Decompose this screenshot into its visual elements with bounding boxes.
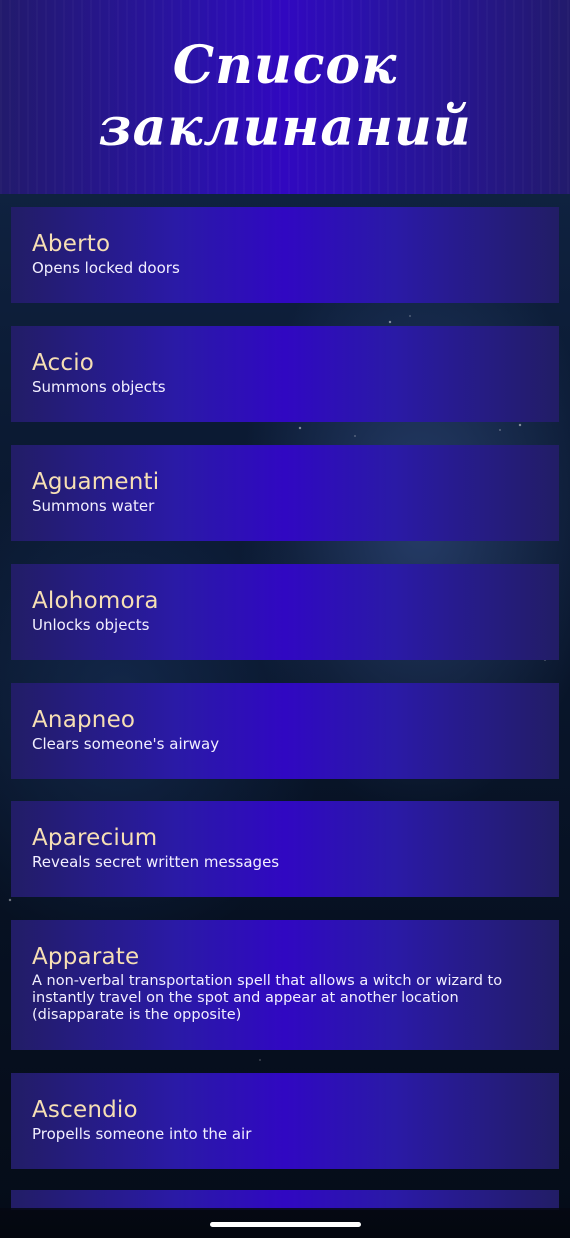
home-indicator[interactable] bbox=[210, 1222, 361, 1227]
spell-card-accio[interactable]: Accio Summons objects bbox=[11, 326, 559, 422]
spell-description: Summons water bbox=[32, 497, 155, 515]
spell-card-ascendio[interactable]: Ascendio Propells someone into the air bbox=[11, 1073, 559, 1169]
spell-name: Aguamenti bbox=[32, 469, 160, 495]
spell-name: Ascendio bbox=[32, 1097, 138, 1123]
spell-description: Reveals secret written messages bbox=[32, 853, 280, 871]
spell-description: Propells someone into the air bbox=[32, 1125, 252, 1143]
spell-card-anapneo[interactable]: Anapneo Clears someone's airway bbox=[11, 683, 559, 779]
spell-description: Clears someone's airway bbox=[32, 735, 220, 753]
header: Список заклинаний bbox=[0, 0, 570, 194]
spell-name: Aberto bbox=[32, 231, 111, 257]
spell-card-apparate[interactable]: Apparate A non-verbal transportation spe… bbox=[11, 920, 559, 1050]
spell-card-aberto[interactable]: Aberto Opens locked doors bbox=[11, 207, 559, 303]
spell-name: Aparecium bbox=[32, 825, 158, 851]
spell-name: Apparate bbox=[32, 944, 140, 970]
spell-name: Alohomora bbox=[32, 588, 159, 614]
spell-name: Anapneo bbox=[32, 707, 136, 733]
page-title: Список заклинаний bbox=[98, 35, 472, 158]
spell-description: A non-verbal transportation spell that a… bbox=[32, 973, 503, 1023]
spell-card-aguamenti[interactable]: Aguamenti Summons water bbox=[11, 445, 559, 541]
spell-card-alohomora[interactable]: Alohomora Unlocks objects bbox=[11, 564, 559, 660]
spell-card-aparecium[interactable]: Aparecium Reveals secret written message… bbox=[11, 801, 559, 897]
spell-description: Summons objects bbox=[32, 378, 166, 396]
spell-card-partial[interactable] bbox=[11, 1190, 559, 1210]
spell-name: Accio bbox=[32, 350, 95, 376]
spell-description: Opens locked doors bbox=[32, 259, 180, 277]
spell-description: Unlocks objects bbox=[32, 616, 150, 634]
